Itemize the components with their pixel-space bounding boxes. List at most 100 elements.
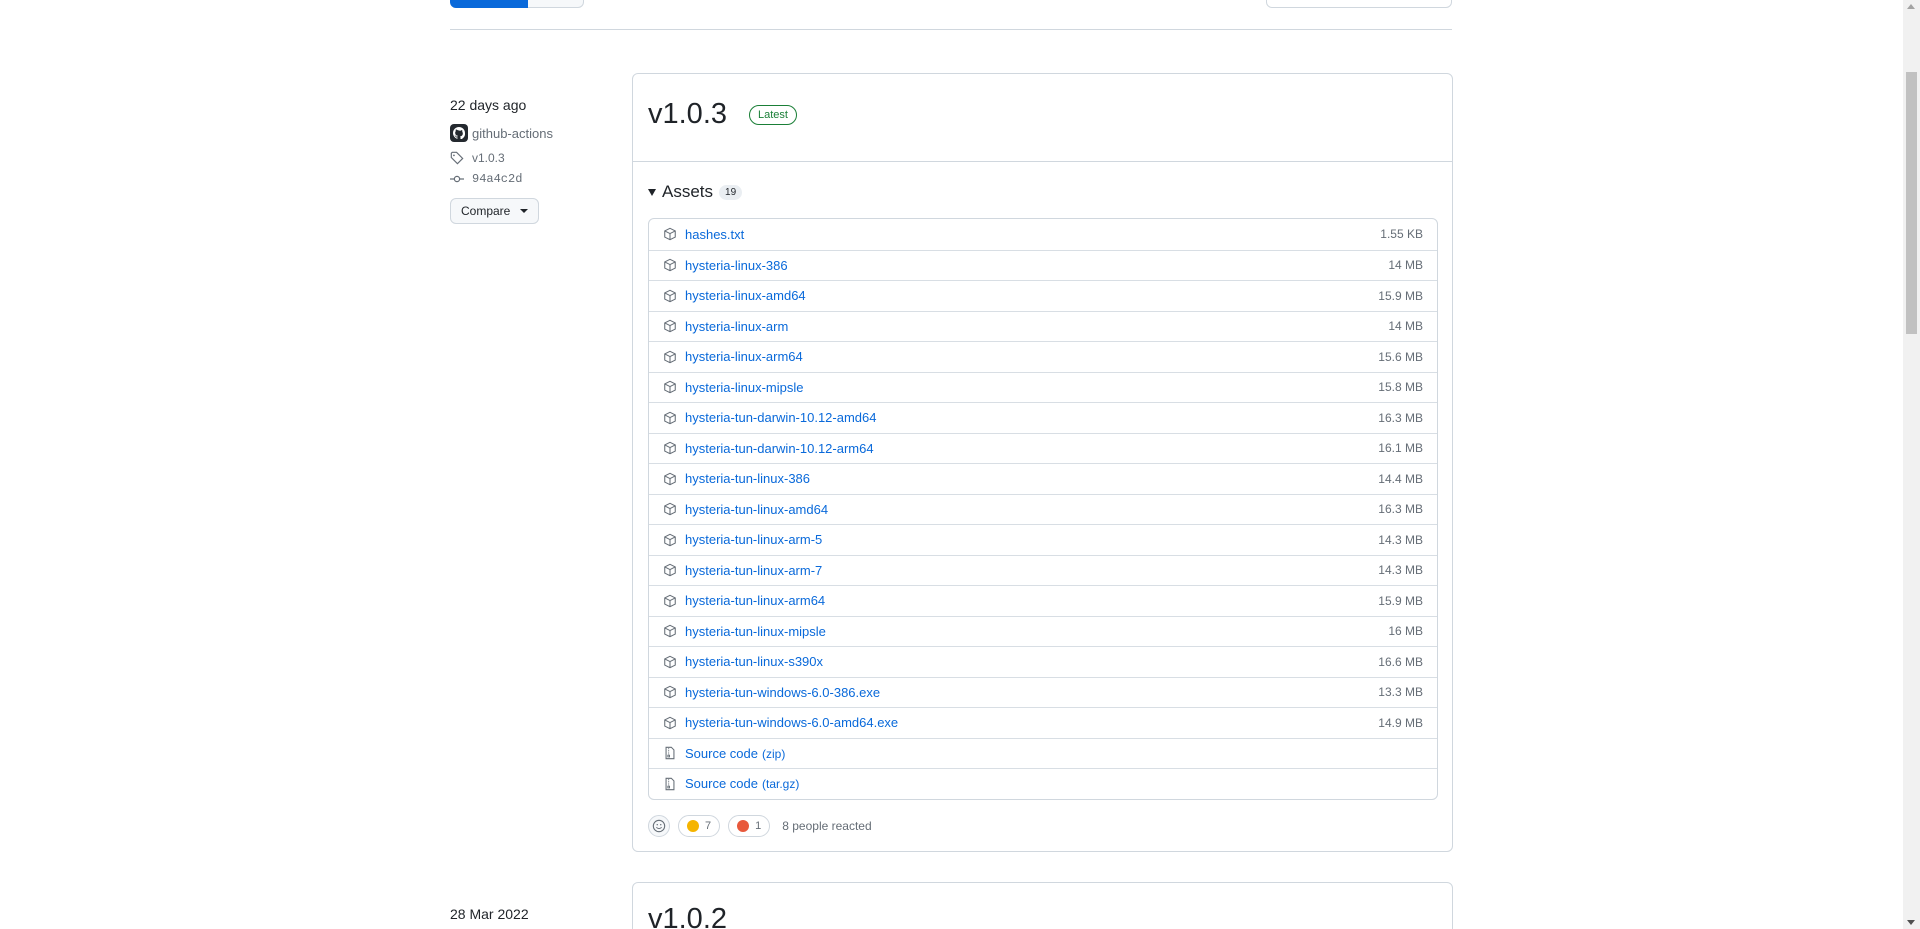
asset-size: 14 MB <box>1388 319 1423 334</box>
reaction-thumbs-up[interactable]: 7 <box>678 815 721 837</box>
asset-row: hysteria-tun-darwin-10.12-arm64 16.1 MB <box>649 432 1437 464</box>
asset-size: 14.3 MB <box>1378 563 1423 578</box>
asset-download-link[interactable]: hysteria-tun-linux-amd64 <box>685 502 828 517</box>
package-icon <box>663 594 677 608</box>
source-code-format: (tar.gz) <box>762 777 800 792</box>
reactions-summary: 8 people reacted <box>782 819 872 833</box>
asset-size: 16 MB <box>1388 624 1423 639</box>
scrollbar-thumb[interactable] <box>1906 72 1917 334</box>
package-icon <box>663 716 677 730</box>
asset-download-link[interactable]: hysteria-tun-linux-arm-5 <box>685 532 822 547</box>
asset-size: 15.8 MB <box>1378 380 1423 395</box>
asset-row: hysteria-tun-linux-s390x 16.6 MB <box>649 646 1437 677</box>
source-code-link[interactable]: Source code (zip) <box>685 746 785 761</box>
asset-row: hysteria-tun-windows-6.0-amd64.exe 14.9 M… <box>649 707 1437 738</box>
asset-left: hysteria-tun-darwin-10.12-arm64 <box>663 441 874 456</box>
asset-download-link[interactable]: hysteria-linux-mipsle <box>685 380 803 395</box>
triangle-down-icon <box>648 188 656 196</box>
reactions-bar: 7 1 8 people reacted <box>648 815 872 837</box>
package-icon <box>663 502 677 516</box>
asset-download-link[interactable]: hysteria-linux-amd64 <box>685 288 806 303</box>
asset-row: hysteria-tun-linux-arm-5 14.3 MB <box>649 524 1437 555</box>
asset-size: 14.9 MB <box>1378 715 1423 730</box>
asset-row: hysteria-linux-amd64 15.9 MB <box>649 280 1437 311</box>
asset-size: 14.4 MB <box>1378 471 1423 486</box>
package-icon <box>663 563 677 577</box>
next-release-title[interactable]: v1.0.2 <box>648 903 727 929</box>
package-icon <box>663 258 677 272</box>
release-commit[interactable]: 94a4c2d <box>450 172 522 186</box>
asset-left: hashes.txt <box>663 227 744 242</box>
source-code-label: Source code <box>685 776 758 792</box>
chevron-down-icon <box>520 209 529 213</box>
package-icon <box>663 655 677 669</box>
source-code-link[interactable]: Source code (tar.gz) <box>685 776 799 791</box>
asset-left: hysteria-tun-linux-amd64 <box>663 502 828 517</box>
asset-download-link[interactable]: hysteria-tun-linux-386 <box>685 471 810 486</box>
compare-button[interactable]: Compare <box>450 198 540 224</box>
asset-left: hysteria-linux-arm <box>663 319 788 334</box>
find-release-input[interactable] <box>1266 0 1452 8</box>
compare-label: Compare <box>461 204 511 218</box>
asset-row: hysteria-tun-linux-amd64 16.3 MB <box>649 493 1437 525</box>
asset-left: Source code (tar.gz) <box>663 776 799 791</box>
asset-download-link[interactable]: hysteria-tun-linux-arm-7 <box>685 563 822 578</box>
add-reaction-button[interactable] <box>648 815 670 837</box>
reaction-hooray[interactable]: 1 <box>728 815 771 837</box>
tab-tags[interactable] <box>528 0 584 8</box>
source-code-label: Source code <box>685 745 758 761</box>
package-icon <box>663 380 677 394</box>
releases-tags-tabs <box>450 0 584 8</box>
author-name: github-actions <box>472 125 553 141</box>
release-tag[interactable]: v1.0.3 <box>450 151 505 165</box>
asset-left: hysteria-tun-linux-s390x <box>663 654 823 669</box>
asset-left: hysteria-tun-linux-mipsle <box>663 624 826 639</box>
asset-left: hysteria-tun-windows-6.0-386.exe <box>663 685 880 700</box>
asset-size: 15.9 MB <box>1378 593 1423 608</box>
asset-download-link[interactable]: hysteria-tun-darwin-10.12-arm64 <box>685 441 874 456</box>
smiley-icon <box>652 819 666 833</box>
asset-row: hysteria-linux-arm64 15.6 MB <box>649 341 1437 372</box>
package-icon <box>663 624 677 638</box>
asset-download-link[interactable]: hashes.txt <box>685 227 744 242</box>
assets-count-badge: 19 <box>719 184 743 200</box>
asset-download-link[interactable]: hysteria-tun-windows-6.0-386.exe <box>685 685 880 700</box>
release-author[interactable]: github-actions <box>450 124 553 142</box>
package-icon <box>663 472 677 486</box>
asset-download-link[interactable]: hysteria-tun-darwin-10.12-amd64 <box>685 410 876 425</box>
assets-toggle[interactable]: Assets 19 <box>648 182 743 202</box>
asset-size: 14 MB <box>1388 258 1423 273</box>
asset-download-link[interactable]: hysteria-tun-linux-mipsle <box>685 624 826 639</box>
assets-list: hashes.txt 1.55 KB hysteria-linux-386 14 MB… <box>648 218 1438 800</box>
asset-download-link[interactable]: hysteria-linux-386 <box>685 258 788 273</box>
asset-left: Source code (zip) <box>663 746 785 761</box>
file-zip-icon <box>663 777 677 791</box>
reaction-count: 1 <box>755 820 762 832</box>
release-date: 22 days ago <box>450 97 527 113</box>
asset-size: 14.3 MB <box>1378 532 1423 547</box>
asset-size: 16.3 MB <box>1378 502 1423 517</box>
release-title[interactable]: v1.0.3 <box>648 98 727 131</box>
asset-left: hysteria-linux-386 <box>663 258 788 273</box>
asset-row: hysteria-linux-arm 14 MB <box>649 310 1437 342</box>
asset-download-link[interactable]: hysteria-tun-linux-arm64 <box>685 593 825 608</box>
vertical-scrollbar[interactable] <box>1903 0 1920 929</box>
tag-icon <box>450 151 464 165</box>
package-icon <box>663 319 677 333</box>
package-icon <box>663 533 677 547</box>
asset-download-link[interactable]: hysteria-tun-linux-s390x <box>685 654 823 669</box>
asset-row: hashes.txt 1.55 KB <box>649 219 1437 250</box>
asset-download-link[interactable]: hysteria-linux-arm64 <box>685 349 803 364</box>
asset-download-link[interactable]: hysteria-tun-windows-6.0-amd64.exe <box>685 715 898 730</box>
package-icon <box>663 350 677 364</box>
release-card-next: v1.0.2 <box>632 882 1453 929</box>
source-code-row: Source code (tar.gz) <box>649 768 1437 799</box>
git-commit-icon <box>450 175 464 183</box>
tab-releases[interactable] <box>450 0 528 8</box>
asset-size: 16.3 MB <box>1378 410 1423 425</box>
scroll-down-arrow-icon[interactable] <box>1907 920 1915 925</box>
package-icon <box>663 685 677 699</box>
asset-download-link[interactable]: hysteria-linux-arm <box>685 319 788 334</box>
asset-size: 15.9 MB <box>1378 288 1423 303</box>
scroll-up-arrow-icon[interactable] <box>1907 4 1915 9</box>
